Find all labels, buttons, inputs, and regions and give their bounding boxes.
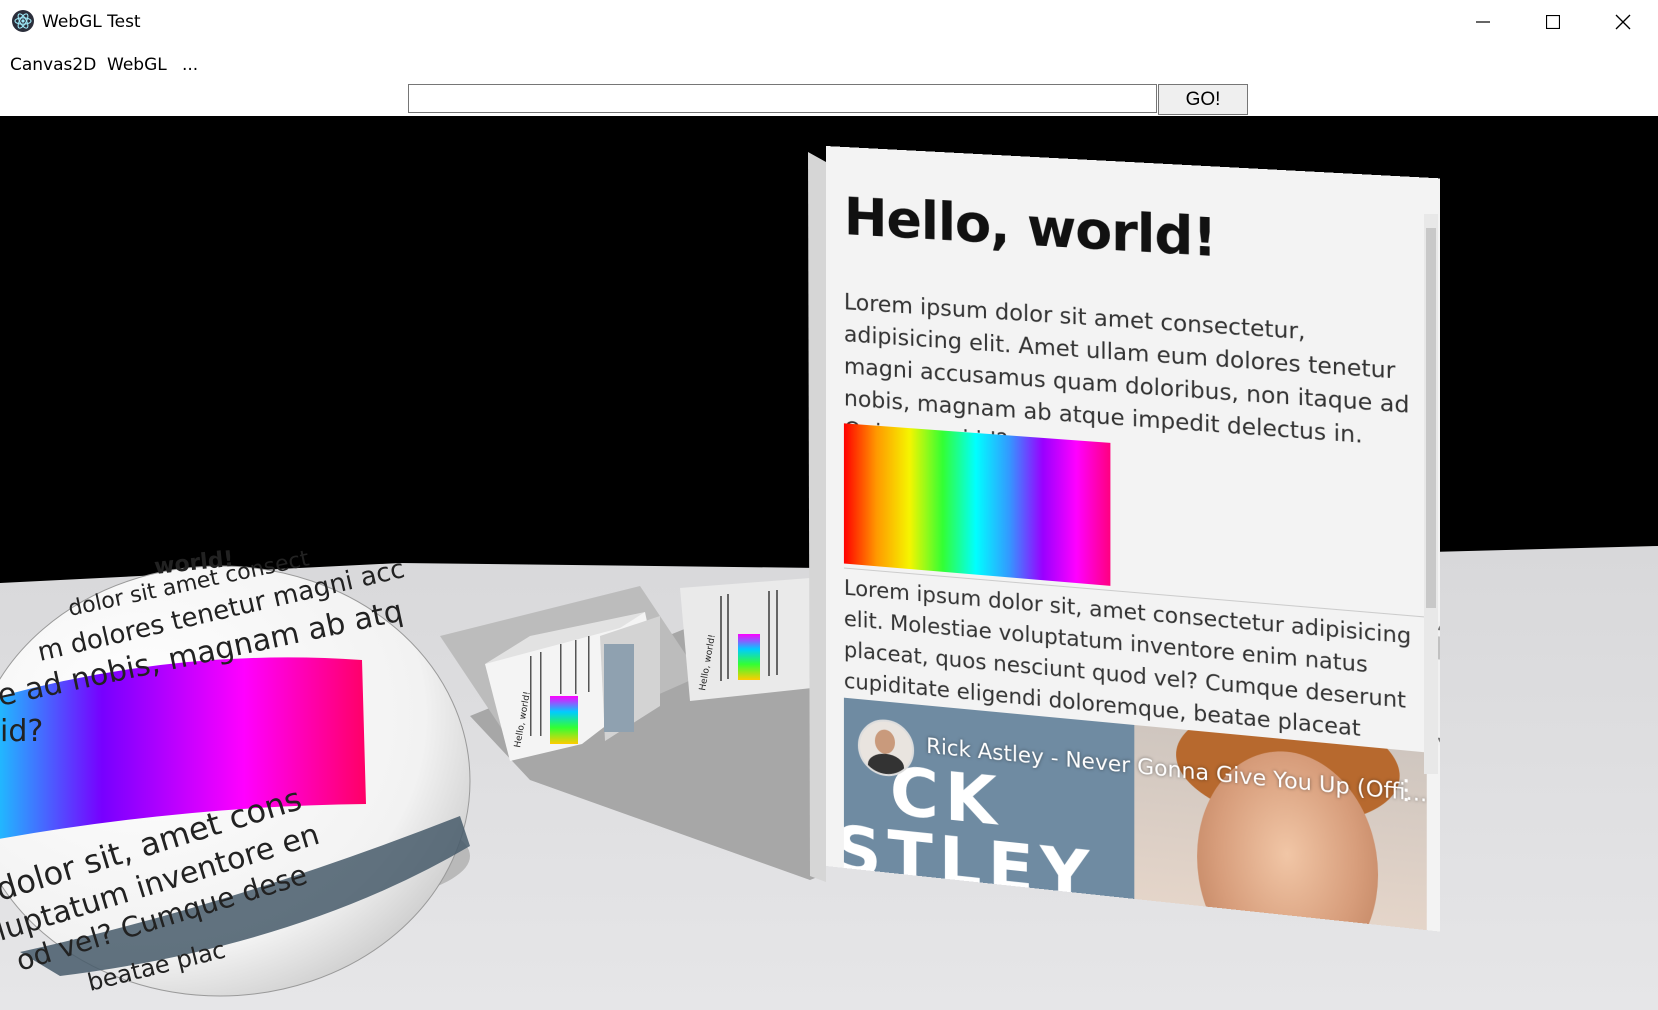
- more-options-icon[interactable]: ⋮: [1392, 772, 1420, 807]
- panel-scrollbar-thumb[interactable]: [1426, 228, 1436, 608]
- panel-left-edge: [808, 152, 826, 882]
- webgl-canvas[interactable]: Hello, world! Hello, world! world! dolor: [0, 116, 1658, 1010]
- electron-app-icon: [12, 10, 34, 32]
- menu-item-more[interactable]: ...: [182, 55, 198, 75]
- tilted-card: Hello, world!: [680, 578, 812, 701]
- avatar-head: [874, 728, 895, 755]
- close-icon: [1615, 14, 1631, 30]
- window-title: WebGL Test: [42, 12, 141, 32]
- panel-heading: Hello, world!: [843, 186, 1217, 270]
- title-bar: WebGL Test: [0, 0, 1658, 44]
- cube-rainbow: [550, 696, 578, 744]
- maximize-button[interactable]: [1518, 0, 1588, 44]
- menu-item-webgl[interactable]: WebGL: [107, 55, 167, 75]
- video-right-half: [1134, 698, 1427, 932]
- url-input[interactable]: [408, 84, 1157, 113]
- minimize-icon: [1476, 21, 1490, 23]
- go-button[interactable]: GO!: [1158, 84, 1248, 115]
- text-sphere: world! dolor sit amet consect m dolores …: [0, 546, 471, 997]
- card-rainbow: [738, 634, 760, 680]
- menu-bar: Canvas2D WebGL ...: [0, 50, 1658, 80]
- panel-rainbow-canvas: [843, 423, 1111, 586]
- close-button[interactable]: [1588, 0, 1658, 44]
- minimize-button[interactable]: [1448, 0, 1518, 44]
- html-panel[interactable]: Hello, world! Lorem ipsum dolor sit amet…: [826, 146, 1446, 932]
- maximize-icon: [1546, 15, 1560, 29]
- svg-text:id?: id?: [0, 714, 43, 749]
- menu-item-canvas2d[interactable]: Canvas2D: [10, 55, 96, 75]
- cube-video-face: [604, 644, 634, 732]
- panel-scrollbar[interactable]: [1424, 214, 1438, 774]
- panel-page: Hello, world! Lorem ipsum dolor sit amet…: [826, 146, 1440, 932]
